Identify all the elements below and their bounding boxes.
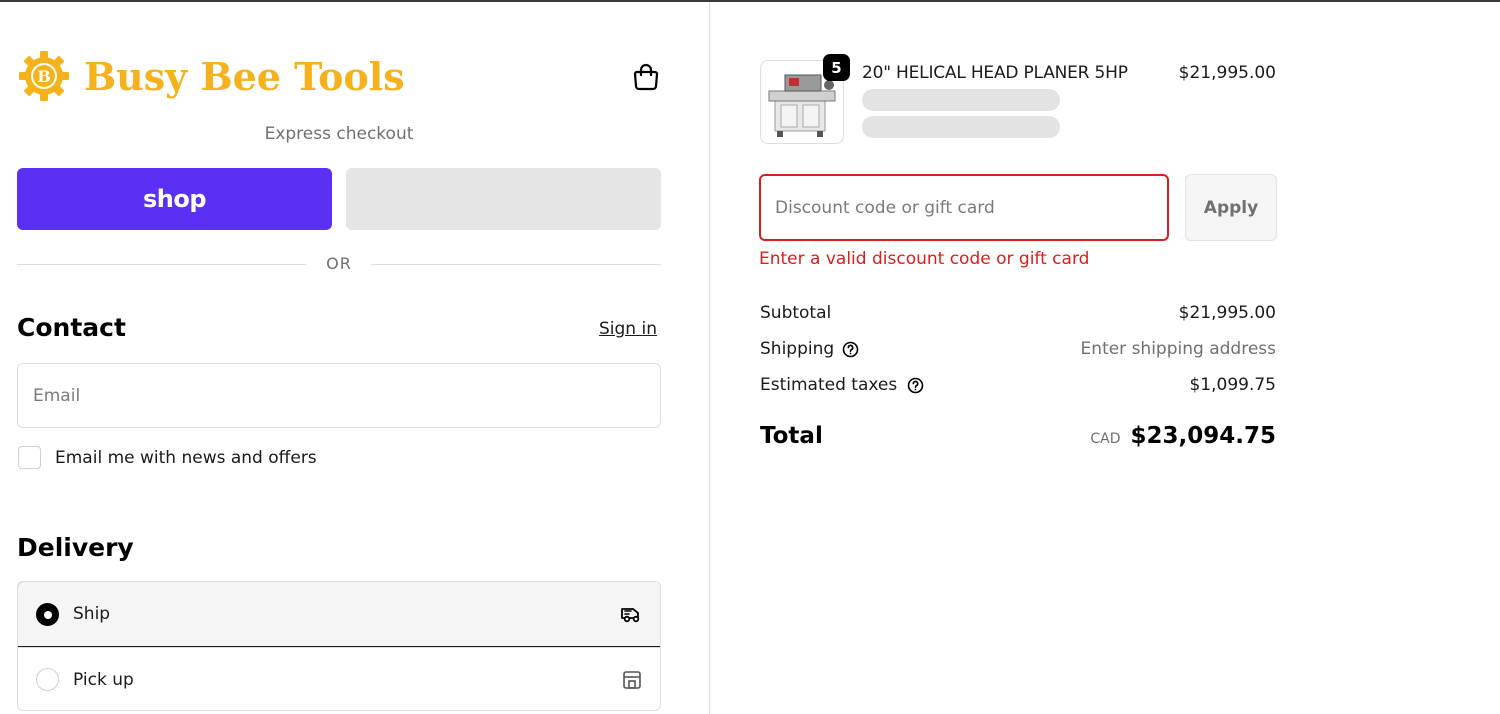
- newsletter-checkbox[interactable]: [18, 446, 41, 469]
- express-checkout-title: Express checkout: [264, 124, 414, 144]
- product-detail-placeholder: [862, 116, 1060, 138]
- ship-label: Ship: [73, 604, 111, 624]
- taxes-row-label: Estimated taxes: [760, 375, 924, 395]
- delivery-option-ship[interactable]: Ship: [18, 582, 660, 647]
- shipping-value: Enter shipping address: [1080, 339, 1276, 359]
- total-label: Total: [760, 423, 823, 449]
- truck-icon: [621, 608, 640, 623]
- ship-radio[interactable]: [36, 602, 59, 626]
- store-icon: [623, 670, 641, 689]
- sign-in-link[interactable]: Sign in: [599, 319, 657, 339]
- or-line-right: [371, 264, 661, 265]
- delivery-option-pickup[interactable]: Pick up: [18, 647, 660, 710]
- currency-code: CAD: [1090, 431, 1121, 447]
- brand-logo[interactable]: B Busy Bee Tools: [18, 50, 405, 102]
- apply-discount-button[interactable]: Apply: [1185, 174, 1277, 241]
- contact-heading: Contact: [17, 313, 126, 342]
- newsletter-option[interactable]: Email me with news and offers: [18, 446, 317, 469]
- email-field[interactable]: [17, 363, 661, 428]
- discount-code-input[interactable]: [759, 174, 1169, 241]
- subtotal-value: $21,995.00: [1178, 303, 1276, 323]
- brand-name: Busy Bee Tools: [84, 53, 405, 99]
- total-amount: $23,094.75: [1130, 423, 1276, 449]
- newsletter-label: Email me with news and offers: [55, 447, 317, 468]
- delivery-method-group: Ship Pick up: [17, 581, 661, 711]
- subtotal-label: Subtotal: [760, 303, 832, 323]
- help-icon[interactable]: [907, 377, 924, 394]
- shipping-label: Shipping: [760, 339, 835, 359]
- quantity-badge: 5: [823, 54, 850, 81]
- delivery-heading: Delivery: [17, 533, 134, 562]
- product-price: $21,995.00: [1178, 63, 1276, 83]
- product-name: 20" HELICAL HEAD PLANER 5HP: [862, 63, 1128, 83]
- shipping-row-label: Shipping: [760, 339, 859, 359]
- product-detail-placeholder: [862, 89, 1060, 111]
- column-divider: [709, 2, 710, 714]
- shopping-bag-icon[interactable]: [631, 62, 661, 92]
- shop-pay-label: shop: [142, 185, 207, 213]
- or-divider: OR: [17, 253, 661, 275]
- gear-logo-icon: B: [19, 51, 69, 101]
- taxes-value: $1,099.75: [1189, 375, 1276, 395]
- total-value-group: CAD $23,094.75: [1090, 423, 1276, 449]
- discount-error-message: Enter a valid discount code or gift card: [759, 249, 1090, 269]
- checkout-form-column: B Busy Bee Tools Express checkout shop O…: [17, 0, 661, 714]
- alternate-payment-button[interactable]: [346, 168, 661, 230]
- logo-letter: B: [37, 67, 51, 86]
- shop-pay-button[interactable]: shop: [17, 168, 332, 230]
- pickup-label: Pick up: [73, 669, 134, 690]
- taxes-label: Estimated taxes: [760, 375, 898, 395]
- pickup-radio[interactable]: [36, 668, 59, 691]
- help-icon[interactable]: [842, 341, 859, 358]
